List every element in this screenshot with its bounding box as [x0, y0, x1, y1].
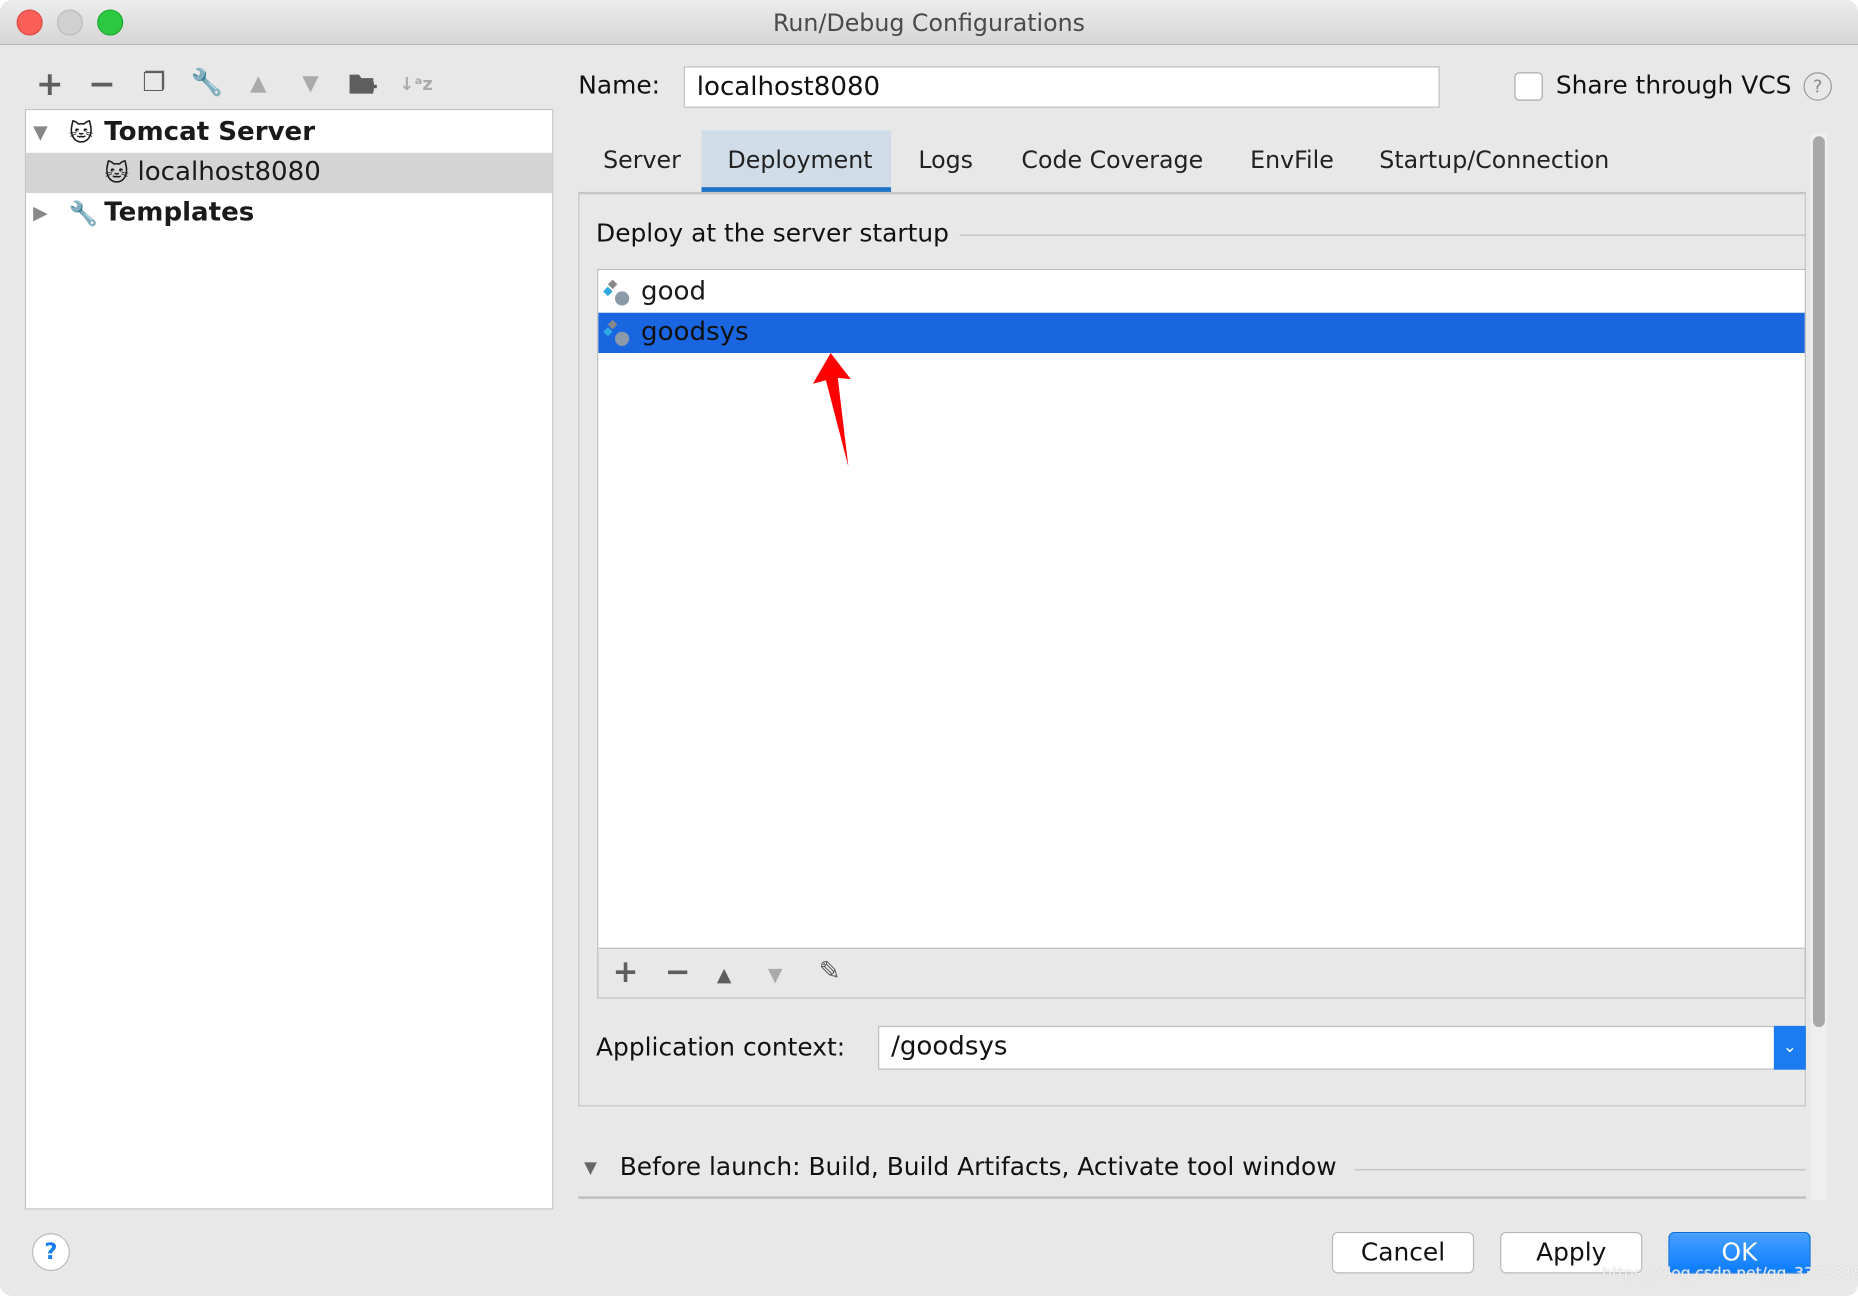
artifact-icon: [603, 319, 630, 346]
collapse-triangle-icon[interactable]: ▶: [33, 193, 48, 233]
tomcat-icon: 🐱: [68, 118, 94, 147]
tab-code-coverage[interactable]: Code Coverage: [995, 130, 1229, 192]
app-context-dropdown-button[interactable]: ⌄: [1773, 1025, 1806, 1070]
app-context-input[interactable]: /goodsys: [878, 1025, 1776, 1070]
plus-icon[interactable]: +: [34, 67, 65, 100]
help-icon[interactable]: ?: [1803, 72, 1832, 101]
section-separator: [959, 234, 1806, 236]
scrollbar-track[interactable]: [1810, 133, 1828, 1200]
name-label: Name:: [578, 71, 661, 100]
add-artifact-icon[interactable]: +: [613, 955, 639, 991]
tab-logs[interactable]: Logs: [892, 130, 999, 192]
section-separator: [578, 1196, 1806, 1199]
expand-triangle-icon[interactable]: ▼: [33, 113, 48, 153]
tomcat-icon: 🐱: [104, 158, 129, 188]
before-launch-label[interactable]: Before launch: Build, Build Artifacts, A…: [620, 1153, 1337, 1181]
sort-alpha-icon[interactable]: ↓ᵃz: [399, 69, 432, 100]
tab-server[interactable]: Server: [577, 130, 707, 192]
artifact-label: good: [641, 277, 707, 307]
dialog-window: Run/Debug Configurations + − ❐ 🔧 ▲ ▼ ↓ᵃz…: [0, 0, 1858, 1296]
artifact-label: goodsys: [641, 317, 749, 348]
artifact-list: good goodsys + − ▲ ▼ ✎: [597, 268, 1806, 999]
app-context-label: Application context:: [596, 1032, 846, 1062]
move-up-icon[interactable]: ▲: [717, 963, 732, 986]
watermark: https://blog.csdn.net/qq_33313155: [1602, 1265, 1858, 1283]
tree-item-label: localhost8080: [137, 157, 321, 188]
new-folder-icon[interactable]: [347, 69, 378, 100]
artifact-item-good[interactable]: good: [598, 272, 1804, 312]
collapse-triangle-icon[interactable]: ▼: [584, 1159, 597, 1178]
share-vcs-checkbox[interactable]: [1514, 72, 1543, 101]
wrench-icon: 🔧: [68, 199, 99, 228]
tab-startup-connection[interactable]: Startup/Connection: [1353, 130, 1635, 192]
window-title: Run/Debug Configurations: [773, 8, 1085, 37]
section-separator: [1354, 1169, 1806, 1171]
arrow-down-icon[interactable]: ▼: [295, 69, 326, 100]
wrench-icon[interactable]: 🔧: [191, 69, 223, 100]
configuration-tree: ▼ 🐱 Tomcat Server 🐱 localhost8080 ▶ 🔧 Te…: [24, 108, 554, 1210]
deploy-section-title: Deploy at the server startup: [596, 219, 949, 248]
red-arrow-annotation: [812, 353, 851, 467]
tree-item-templates[interactable]: ▶ 🔧 Templates: [26, 193, 552, 233]
arrow-up-icon[interactable]: ▲: [243, 69, 274, 100]
tab-deployment[interactable]: Deployment: [701, 130, 892, 192]
minus-icon[interactable]: −: [87, 67, 118, 100]
share-vcs-label: Share through VCS: [1555, 71, 1792, 100]
move-down-icon[interactable]: ▼: [768, 963, 783, 986]
scrollbar-thumb[interactable]: [1812, 136, 1825, 1028]
tree-item-tomcat-server[interactable]: ▼ 🐱 Tomcat Server: [26, 113, 552, 153]
tree-item-localhost8080[interactable]: 🐱 localhost8080: [26, 152, 553, 194]
name-input[interactable]: localhost8080: [683, 66, 1440, 108]
title-bar: Run/Debug Configurations: [0, 0, 1858, 46]
tab-envfile[interactable]: EnvFile: [1224, 130, 1360, 192]
tree-item-label: Templates: [104, 197, 255, 228]
help-button[interactable]: ?: [31, 1233, 70, 1272]
tree-item-label: Tomcat Server: [104, 117, 316, 147]
edit-icon[interactable]: ✎: [819, 957, 841, 987]
remove-artifact-icon[interactable]: −: [665, 955, 691, 991]
artifact-item-goodsys[interactable]: goodsys: [598, 312, 1805, 354]
cancel-button[interactable]: Cancel: [1331, 1231, 1475, 1274]
artifact-icon: [603, 279, 630, 306]
copy-icon[interactable]: ❐: [139, 69, 170, 100]
